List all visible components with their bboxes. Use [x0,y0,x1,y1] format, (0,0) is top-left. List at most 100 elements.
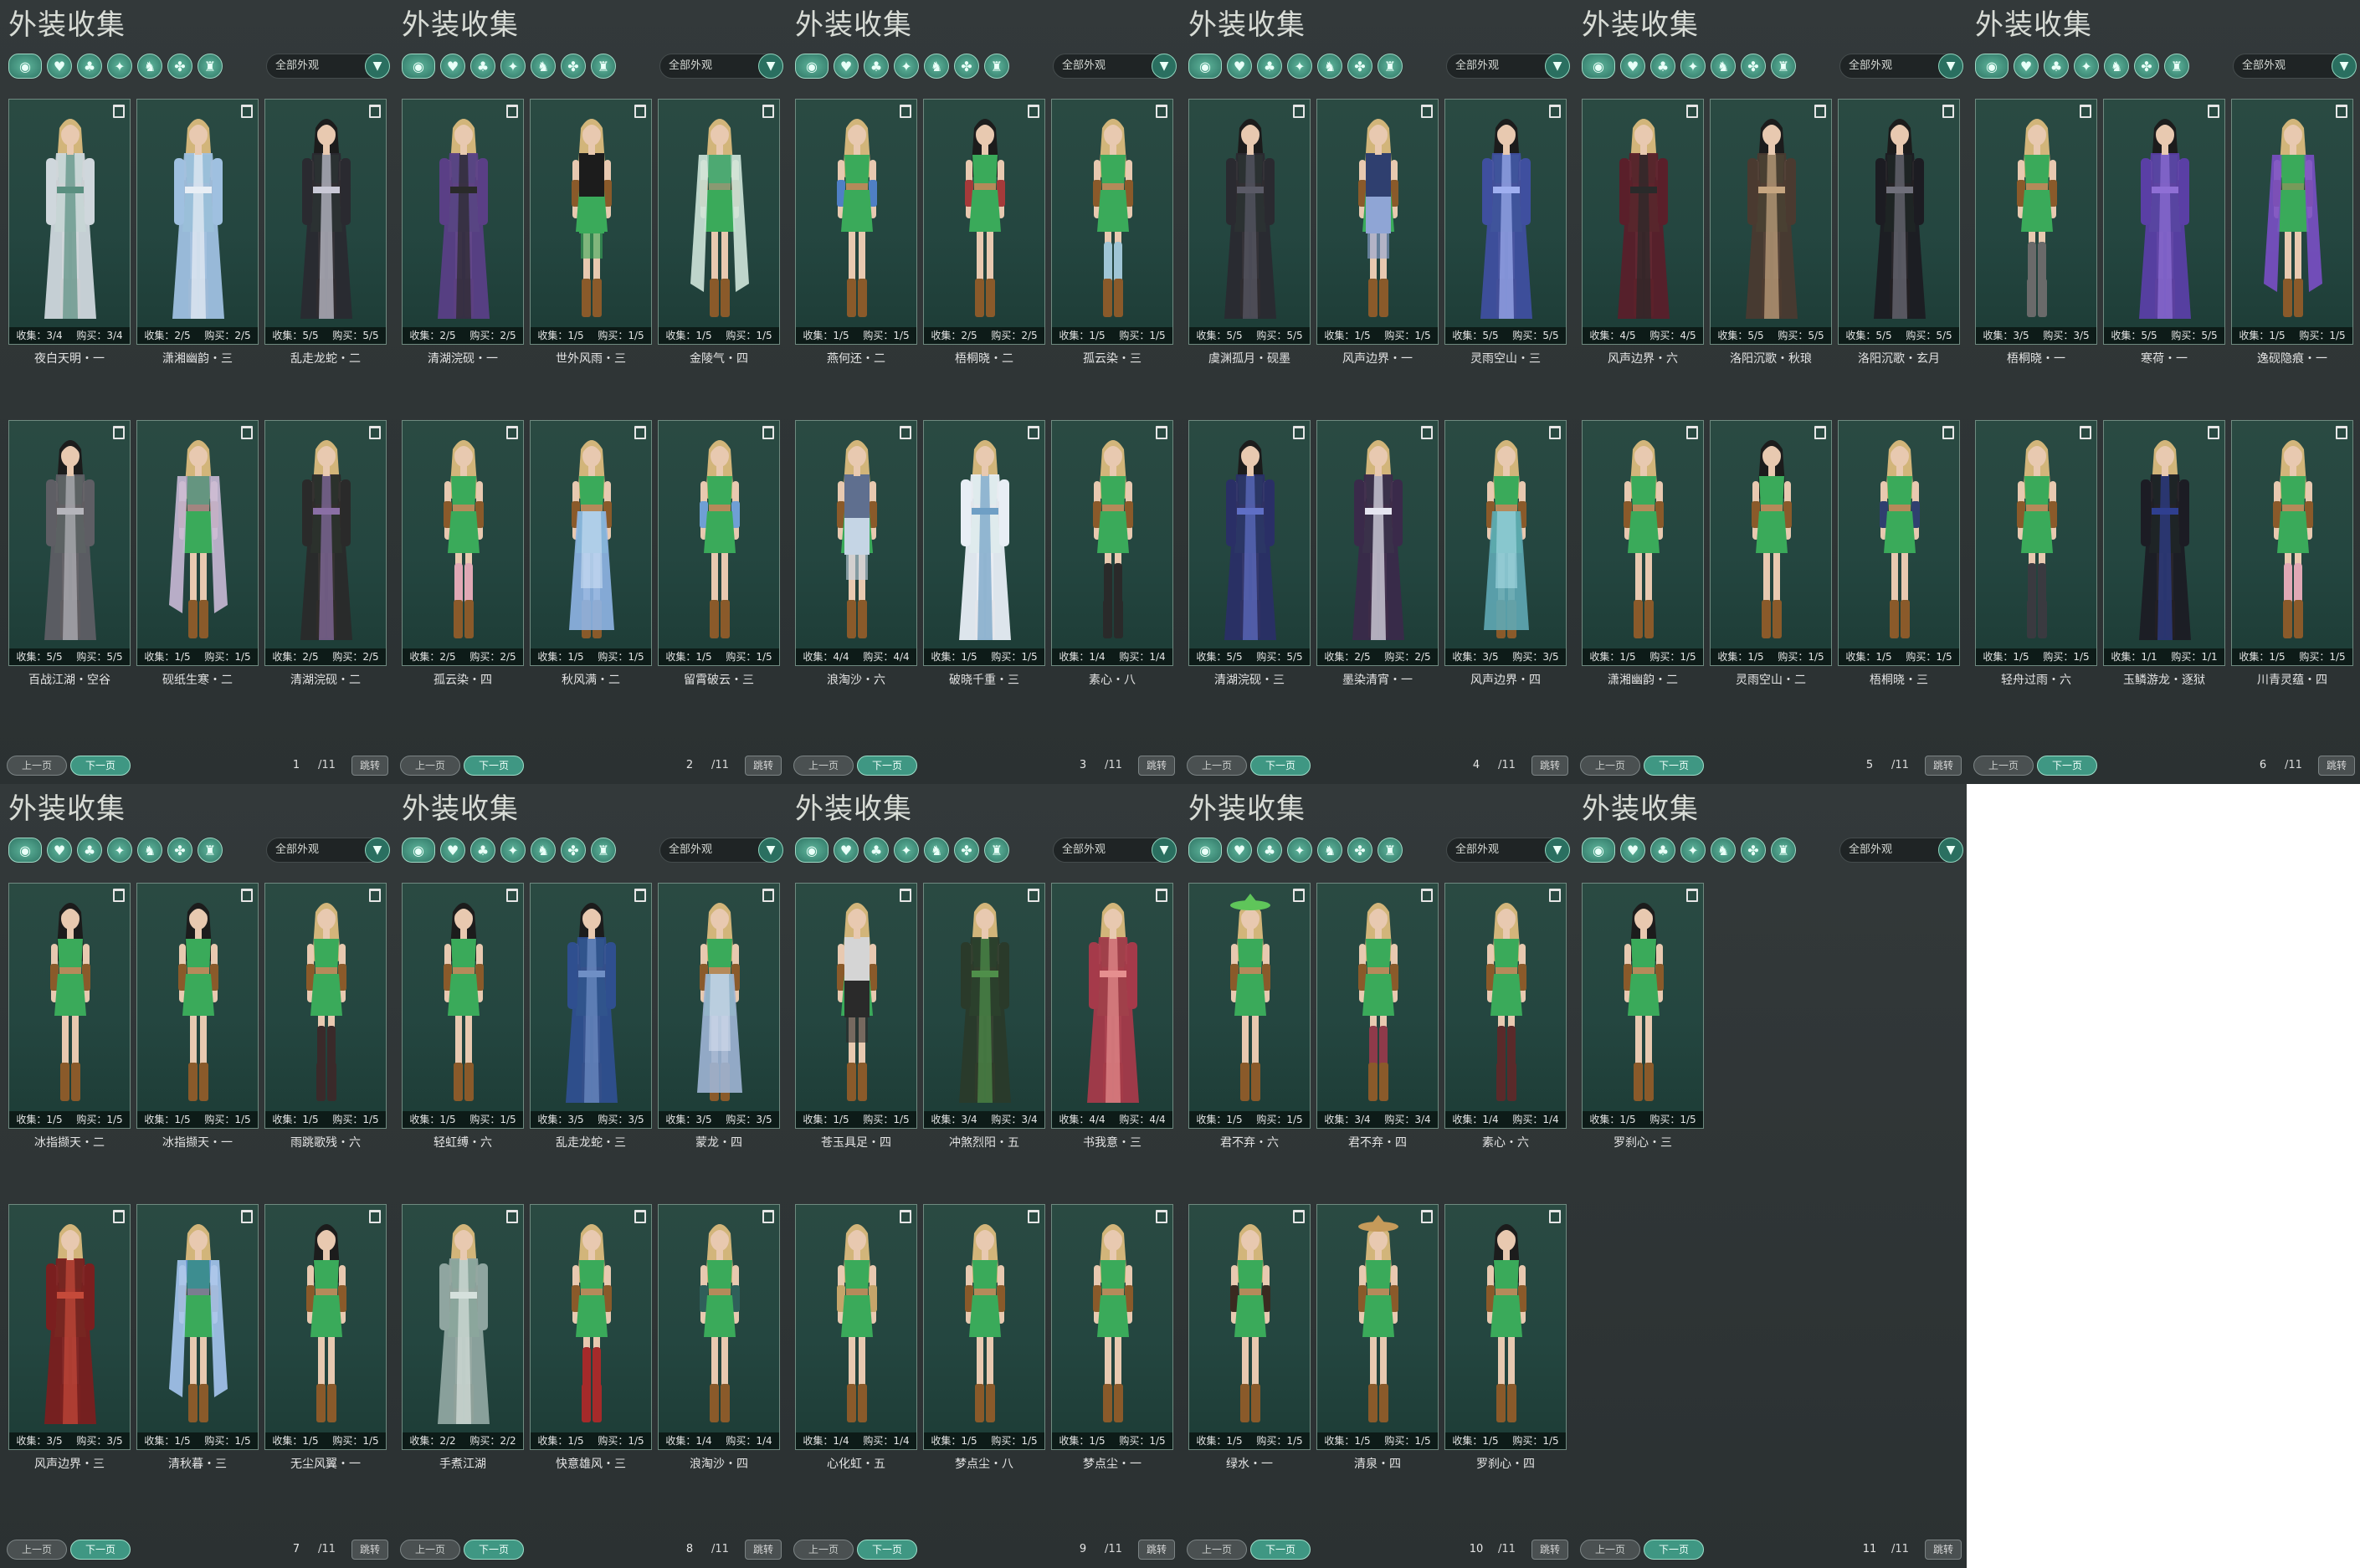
delete-icon[interactable] [1549,105,1561,118]
outfit-card[interactable]: 收集：1/5 购买：1/5 [1838,420,1960,666]
outfit-card[interactable]: 收集：1/5 购买：1/5 [795,99,917,345]
delete-icon[interactable] [1421,1210,1433,1223]
appearance-filter-dropdown[interactable]: 全部外观 ▼ [659,54,783,79]
next-page-button[interactable]: 下一页 [1644,756,1704,776]
all-appearance-icon[interactable]: ◉ [8,54,42,79]
appearance-filter-dropdown[interactable]: 全部外观 ▼ [659,838,783,863]
chevron-down-icon[interactable]: ▼ [758,54,783,79]
outfit-card[interactable]: 收集：1/5 购买：1/5 [8,883,131,1129]
appearance-filter-dropdown[interactable]: 全部外观 ▼ [1839,838,1963,863]
top-clothing-icon[interactable]: ♥ [834,838,859,863]
delete-icon[interactable] [634,105,646,118]
delete-icon[interactable] [634,1210,646,1223]
delete-icon[interactable] [506,889,518,902]
delete-icon[interactable] [1814,105,1826,118]
appearance-filter-dropdown[interactable]: 全部外观 ▼ [1446,838,1570,863]
delete-icon[interactable] [2208,426,2219,439]
outfit-card[interactable]: 收集：1/5 购买：1/5 [923,1204,1045,1450]
page-number-input[interactable]: 3 [1063,756,1103,776]
belt-icon[interactable]: ✤ [1741,54,1766,79]
outfit-card[interactable]: 收集：3/5 购买：3/5 [1444,420,1567,666]
outfit-card[interactable]: 收集：1/5 购买：1/5 [530,1204,652,1450]
outfit-card[interactable]: 收集：1/5 购买：1/5 [1051,99,1173,345]
bracer-icon[interactable]: ♞ [531,54,556,79]
page-number-input[interactable]: 9 [1063,1540,1103,1560]
chest-armor-icon[interactable]: ♣ [77,838,102,863]
outfit-card[interactable]: 收集：2/5 购买：2/5 [264,420,387,666]
all-appearance-icon[interactable]: ◉ [795,54,829,79]
chevron-down-icon[interactable]: ▼ [1938,838,1963,863]
bracer-icon[interactable]: ♞ [1317,838,1342,863]
appearance-filter-dropdown[interactable]: 全部外观 ▼ [1053,54,1177,79]
page-number-input[interactable]: 4 [1456,756,1496,776]
chevron-down-icon[interactable]: ▼ [1152,54,1177,79]
outfit-card[interactable]: 收集：1/4 购买：1/4 [658,1204,780,1450]
page-number-input[interactable]: 5 [1850,756,1890,776]
all-appearance-icon[interactable]: ◉ [795,838,829,863]
prev-page-button[interactable]: 上一页 [400,756,460,776]
delete-icon[interactable] [1293,105,1305,118]
boots-icon[interactable]: ♜ [2164,54,2189,79]
chest-armor-icon[interactable]: ♣ [470,54,495,79]
appearance-filter-dropdown[interactable]: 全部外观 ▼ [266,54,390,79]
outfit-card[interactable]: 收集：1/5 购买：1/5 [658,420,780,666]
jump-button[interactable]: 跳转 [351,1540,388,1560]
page-number-input[interactable]: 1 [276,756,316,776]
delete-icon[interactable] [762,105,774,118]
outfit-card[interactable]: 收集：3/4 购买：3/4 [923,883,1045,1129]
belt-icon[interactable]: ✤ [2134,54,2159,79]
belt-icon[interactable]: ✤ [1347,54,1372,79]
chest-armor-icon[interactable]: ♣ [864,54,889,79]
delete-icon[interactable] [2336,105,2347,118]
belt-icon[interactable]: ✤ [561,54,586,79]
delete-icon[interactable] [1549,426,1561,439]
delete-icon[interactable] [1421,105,1433,118]
chevron-down-icon[interactable]: ▼ [1152,838,1177,863]
next-page-button[interactable]: 下一页 [2037,756,2097,776]
outfit-card[interactable]: 收集：1/5 购买：1/5 [264,883,387,1129]
outfit-card[interactable]: 收集：1/5 购买：1/5 [1444,1204,1567,1450]
outfit-card[interactable]: 收集：1/5 购买：1/5 [264,1204,387,1450]
outfit-card[interactable]: 收集：1/4 购买：1/4 [1051,420,1173,666]
outfit-card[interactable]: 收集：2/5 购买：2/5 [923,99,1045,345]
chevron-down-icon[interactable]: ▼ [1545,54,1570,79]
page-number-input[interactable]: 7 [276,1540,316,1560]
delete-icon[interactable] [1686,889,1698,902]
next-page-button[interactable]: 下一页 [70,1540,131,1560]
outfit-card[interactable]: 收集：1/5 购买：1/5 [136,420,259,666]
lower-clothing-icon[interactable]: ✦ [1287,54,1312,79]
delete-icon[interactable] [1156,426,1167,439]
delete-icon[interactable] [1421,889,1433,902]
next-page-button[interactable]: 下一页 [70,756,131,776]
next-page-button[interactable]: 下一页 [1250,756,1311,776]
delete-icon[interactable] [241,105,253,118]
outfit-card[interactable]: 收集：1/5 购买：1/5 [1316,1204,1439,1450]
bracer-icon[interactable]: ♞ [1711,54,1736,79]
outfit-card[interactable]: 收集：2/5 购买：2/5 [136,99,259,345]
outfit-card[interactable]: 收集：1/4 购买：1/4 [795,1204,917,1450]
belt-icon[interactable]: ✤ [1741,838,1766,863]
chevron-down-icon[interactable]: ▼ [365,838,390,863]
chest-armor-icon[interactable]: ♣ [77,54,102,79]
prev-page-button[interactable]: 上一页 [1580,1540,1640,1560]
bracer-icon[interactable]: ♞ [2104,54,2129,79]
all-appearance-icon[interactable]: ◉ [1188,838,1222,863]
outfit-card[interactable]: 收集：5/5 购买：5/5 [1710,99,1832,345]
delete-icon[interactable] [369,889,381,902]
outfit-card[interactable]: 收集：4/4 购买：4/4 [1051,883,1173,1129]
chest-armor-icon[interactable]: ♣ [1650,54,1675,79]
outfit-card[interactable]: 收集：3/5 购买：3/5 [8,1204,131,1450]
outfit-card[interactable]: 收集：3/4 购买：3/4 [8,99,131,345]
chest-armor-icon[interactable]: ♣ [1650,838,1675,863]
outfit-card[interactable]: 收集：1/5 购买：1/5 [1582,420,1704,666]
lower-clothing-icon[interactable]: ✦ [2074,54,2099,79]
delete-icon[interactable] [241,426,253,439]
delete-icon[interactable] [1028,105,1039,118]
boots-icon[interactable]: ♜ [1378,838,1403,863]
outfit-card[interactable]: 收集：2/5 购买：2/5 [402,420,524,666]
outfit-card[interactable]: 收集：1/1 购买：1/1 [2103,420,2225,666]
delete-icon[interactable] [2336,426,2347,439]
chest-armor-icon[interactable]: ♣ [1257,838,1282,863]
top-clothing-icon[interactable]: ♥ [834,54,859,79]
delete-icon[interactable] [1293,426,1305,439]
